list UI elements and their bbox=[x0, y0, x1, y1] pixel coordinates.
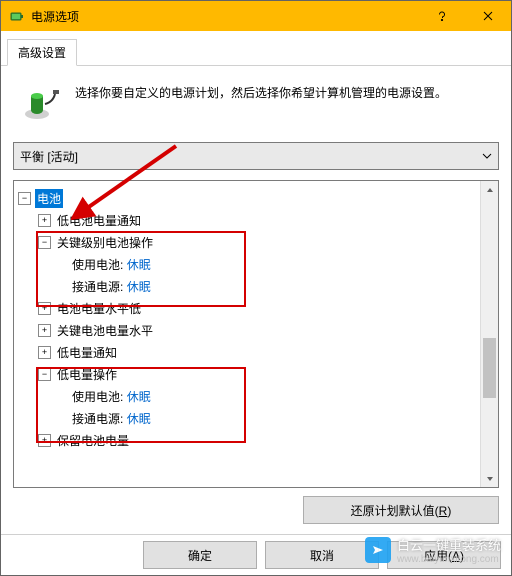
intro-text: 选择你要自定义的电源计划，然后选择你希望计算机管理的电源设置。 bbox=[75, 84, 447, 124]
power-plan-dropdown[interactable]: 平衡 [活动] bbox=[13, 142, 499, 170]
value-low-on-battery[interactable]: 休眠 bbox=[127, 388, 151, 405]
tree-label-battery[interactable]: 电池 bbox=[35, 189, 63, 208]
tree-node-low-notify[interactable]: + 低电池电量通知 bbox=[18, 209, 476, 231]
window-title: 电源选项 bbox=[31, 8, 419, 25]
close-button[interactable] bbox=[465, 1, 511, 31]
restore-row: 还原计划默认值(R) bbox=[13, 488, 499, 526]
vertical-scrollbar[interactable] bbox=[480, 181, 498, 487]
tab-advanced-settings[interactable]: 高级设置 bbox=[7, 39, 77, 66]
tabstrip: 高级设置 bbox=[1, 37, 511, 66]
collapse-icon[interactable]: − bbox=[38, 236, 51, 249]
tree-node-low-on-battery[interactable]: 使用电池: 休眠 bbox=[18, 385, 476, 407]
close-icon bbox=[483, 11, 493, 21]
intro-row: 选择你要自定义的电源计划，然后选择你希望计算机管理的电源设置。 bbox=[13, 78, 499, 138]
cancel-button[interactable]: 取消 bbox=[265, 541, 379, 569]
dialog-footer: 确定 取消 应用(A) bbox=[1, 534, 511, 575]
expand-icon[interactable]: + bbox=[38, 302, 51, 315]
battery-icon bbox=[9, 8, 25, 24]
tree-node-critical-on-battery[interactable]: 使用电池: 休眠 bbox=[18, 253, 476, 275]
power-plan-value: 平衡 [活动] bbox=[20, 148, 482, 165]
expand-icon[interactable]: + bbox=[38, 346, 51, 359]
expand-icon[interactable]: + bbox=[38, 214, 51, 227]
tree-node-low-notify2[interactable]: + 低电量通知 bbox=[18, 341, 476, 363]
value-critical-on-battery[interactable]: 休眠 bbox=[127, 256, 151, 273]
battery-large-icon bbox=[21, 84, 61, 124]
scroll-up-button[interactable] bbox=[481, 181, 498, 198]
content-area: 选择你要自定义的电源计划，然后选择你希望计算机管理的电源设置。 平衡 [活动] … bbox=[1, 66, 511, 534]
tree-node-critical-plugged[interactable]: 接通电源: 休眠 bbox=[18, 275, 476, 297]
tree-node-reserve[interactable]: + 保留电池电量 bbox=[18, 429, 476, 451]
value-critical-plugged[interactable]: 休眠 bbox=[127, 278, 151, 295]
tree-node-critical-action[interactable]: − 关键级别电池操作 bbox=[18, 231, 476, 253]
settings-tree-container: − 电池 + 低电池电量通知 − 关键级别电池操作 使用电池: 休眠 bbox=[13, 180, 499, 488]
help-button[interactable] bbox=[419, 1, 465, 31]
settings-tree[interactable]: − 电池 + 低电池电量通知 − 关键级别电池操作 使用电池: 休眠 bbox=[14, 181, 480, 487]
value-low-plugged[interactable]: 休眠 bbox=[127, 410, 151, 427]
power-options-window: 电源选项 高级设置 选择你要自定义的电源计划，然后选择你希望计算机管理的电源设置… bbox=[0, 0, 512, 576]
chevron-down-icon bbox=[482, 151, 492, 161]
restore-defaults-button[interactable]: 还原计划默认值(R) bbox=[303, 496, 499, 524]
help-icon bbox=[437, 11, 447, 21]
tree-node-low-plugged[interactable]: 接通电源: 休眠 bbox=[18, 407, 476, 429]
collapse-icon[interactable]: − bbox=[18, 192, 31, 205]
ok-button[interactable]: 确定 bbox=[143, 541, 257, 569]
tree-node-low-action[interactable]: − 低电量操作 bbox=[18, 363, 476, 385]
apply-button[interactable]: 应用(A) bbox=[387, 541, 501, 569]
expand-icon[interactable]: + bbox=[38, 434, 51, 447]
scroll-thumb[interactable] bbox=[483, 338, 496, 398]
tree-node-battery-low-level[interactable]: + 电池电量水平低 bbox=[18, 297, 476, 319]
scroll-down-button[interactable] bbox=[481, 470, 498, 487]
triangle-down-icon bbox=[486, 475, 494, 483]
collapse-icon[interactable]: − bbox=[38, 368, 51, 381]
tree-node-critical-level[interactable]: + 关键电池电量水平 bbox=[18, 319, 476, 341]
expand-icon[interactable]: + bbox=[38, 324, 51, 337]
tree-node-battery[interactable]: − 电池 bbox=[18, 187, 476, 209]
titlebar: 电源选项 bbox=[1, 1, 511, 31]
triangle-up-icon bbox=[486, 186, 494, 194]
